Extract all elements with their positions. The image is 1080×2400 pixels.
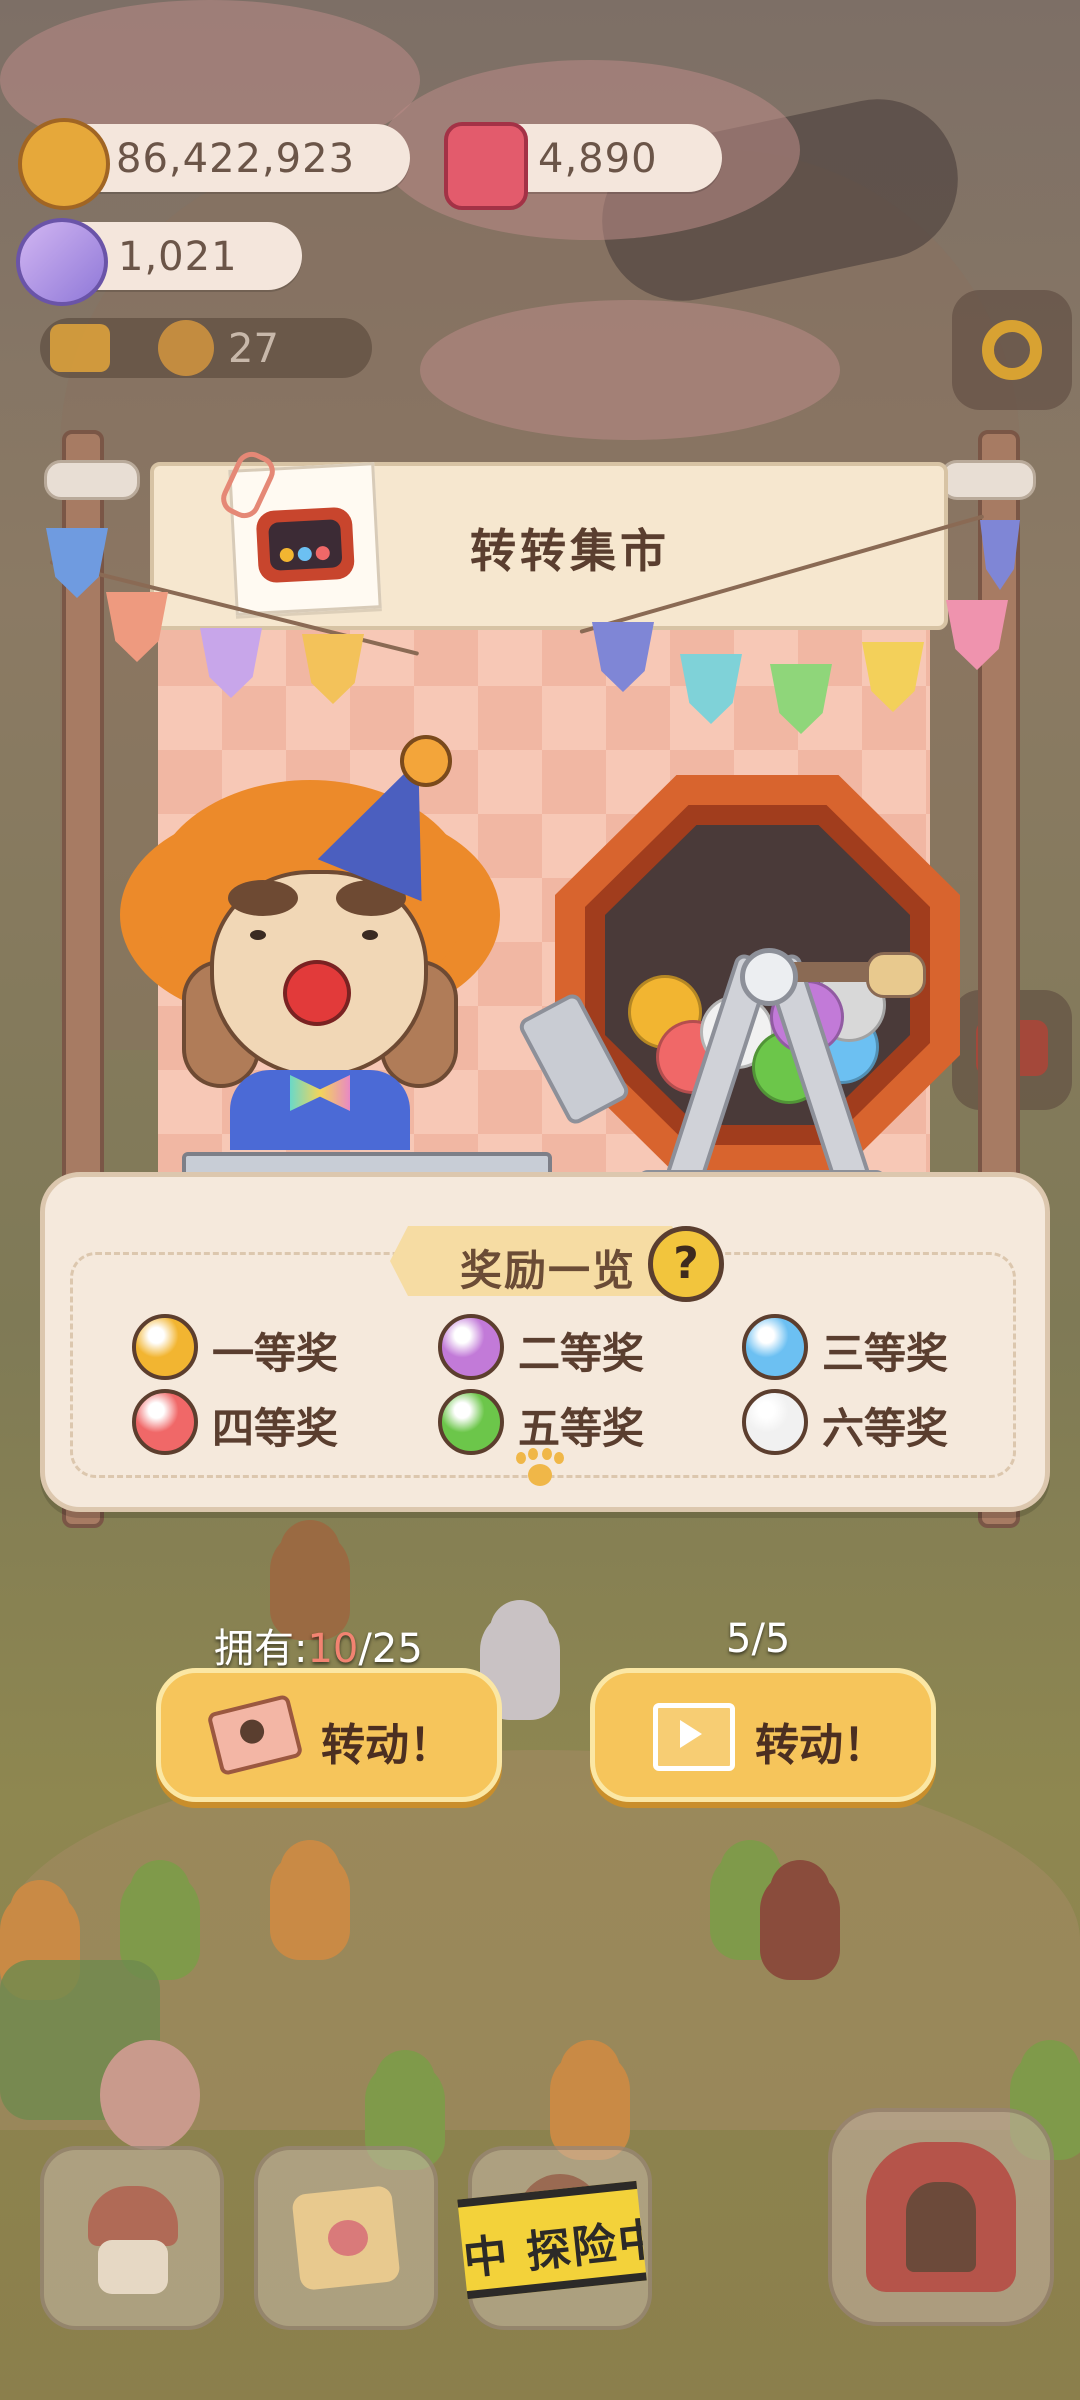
- reward-title: 奖励一览: [460, 1246, 637, 1295]
- character-avatar: [158, 320, 214, 376]
- announcement-count: 27: [228, 326, 279, 372]
- background-character: [550, 2040, 630, 2160]
- candle-count: 4,890: [538, 136, 658, 182]
- spin-button-label: 转动！: [755, 1720, 887, 1771]
- video-spin-button[interactable]: 转动！: [590, 1668, 936, 1802]
- crank-handle[interactable]: [866, 952, 926, 998]
- machine-hub: [740, 948, 798, 1006]
- ticket-icon: [206, 1693, 304, 1777]
- prize-label: 三等奖: [822, 1329, 949, 1378]
- prize-label: 六等奖: [822, 1404, 949, 1453]
- prize-ball-icon: [438, 1389, 504, 1455]
- ticket-count: 拥有:10/25: [214, 1626, 423, 1672]
- stage-nav-button[interactable]: [828, 2108, 1054, 2326]
- prize-label: 五等奖: [518, 1404, 645, 1453]
- clown-eye: [362, 930, 378, 940]
- settings-gear-button[interactable]: [952, 290, 1072, 410]
- prize-label: 一等奖: [212, 1329, 339, 1378]
- background-character: [270, 1840, 350, 1960]
- rope-knot: [940, 460, 1036, 500]
- prize-ball-icon: [438, 1314, 504, 1380]
- prize-ball-icon: [132, 1314, 198, 1380]
- prize-ball-icon: [132, 1389, 198, 1455]
- tv-icon: [255, 506, 356, 584]
- exploring-label: 中 探险中: [460, 2213, 647, 2286]
- diary-nav-button[interactable]: [254, 2146, 438, 2330]
- background-pig-character: [100, 2040, 200, 2150]
- announcement-bar[interactable]: 27: [40, 318, 372, 378]
- rope-knot: [44, 460, 140, 500]
- prize-ball-icon: [742, 1389, 808, 1455]
- prize-ball-icon: [742, 1314, 808, 1380]
- background-blossom: [420, 300, 840, 440]
- exploring-tape: 中 探险中: [457, 2180, 647, 2300]
- background-character: [760, 1860, 840, 1980]
- candy-icon: [16, 218, 108, 306]
- hat-pompom: [400, 735, 452, 787]
- megaphone-icon: [50, 324, 110, 372]
- hotel-icon: [88, 2186, 178, 2246]
- video-spin-count: 5/5: [726, 1616, 791, 1662]
- candle-icon: [444, 122, 528, 210]
- gear-icon: [982, 320, 1042, 380]
- clown-body: [230, 1070, 410, 1150]
- cookie-coin-icon: [18, 118, 110, 210]
- clown-brow: [228, 880, 298, 916]
- prize-label: 二等奖: [518, 1329, 645, 1378]
- stall-title: 转转集市: [470, 524, 670, 578]
- spin-button-label: 转动！: [321, 1720, 453, 1771]
- video-play-icon: [653, 1703, 735, 1771]
- prize-label: 四等奖: [212, 1404, 339, 1453]
- ticket-spin-button[interactable]: 转动！: [156, 1668, 502, 1802]
- clown-nose: [283, 960, 351, 1026]
- paw-icon: [516, 1448, 564, 1488]
- help-button[interactable]: ?: [648, 1226, 724, 1302]
- coin-count: 86,422,923: [116, 136, 356, 182]
- hotel-nav-button[interactable]: [40, 2146, 224, 2330]
- candy-count: 1,021: [118, 234, 238, 280]
- clown-eye: [250, 930, 266, 940]
